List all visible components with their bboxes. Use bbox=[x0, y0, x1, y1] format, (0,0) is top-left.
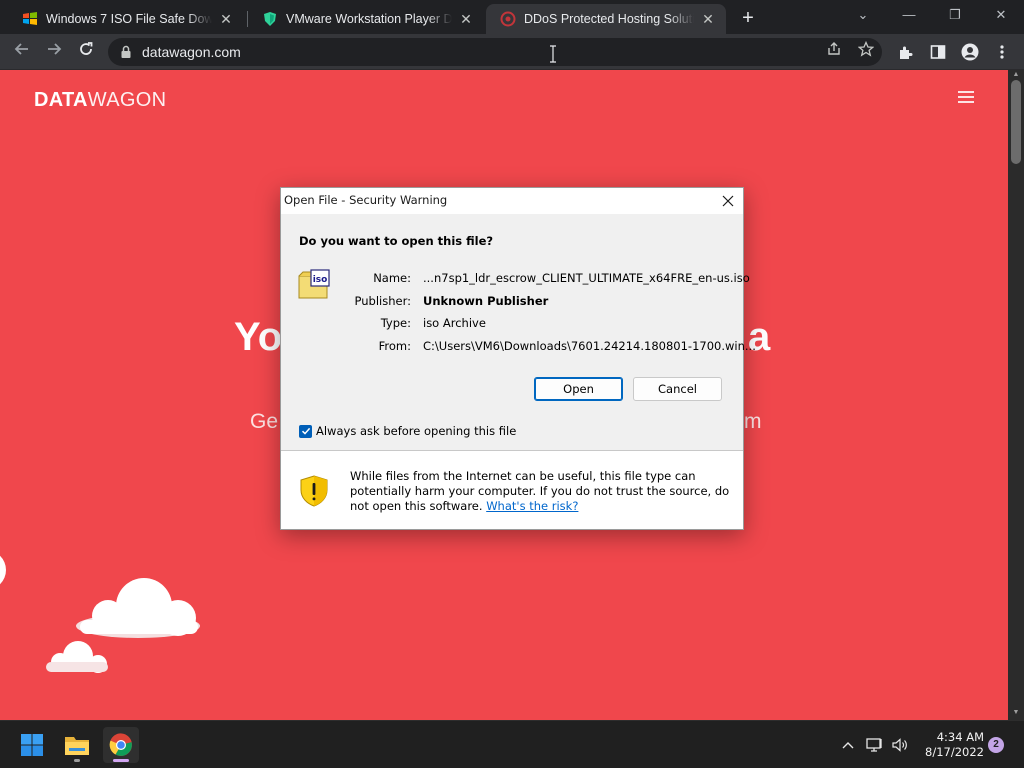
tab-title: Windows 7 ISO File Safe Download bbox=[46, 12, 212, 26]
iso-file-icon: iso bbox=[298, 269, 330, 299]
clock-date: 8/17/2022 bbox=[925, 745, 984, 759]
scroll-thumb[interactable] bbox=[1011, 80, 1021, 164]
logo-regular-part: WAGON bbox=[87, 89, 167, 111]
always-ask-label: Always ask before opening this file bbox=[316, 424, 517, 438]
active-indicator bbox=[113, 759, 129, 762]
reload-button[interactable] bbox=[74, 40, 98, 64]
publisher-label: Publisher: bbox=[354, 294, 411, 308]
always-ask-checkbox[interactable] bbox=[299, 424, 312, 438]
iso-icon-text: iso bbox=[313, 275, 328, 285]
dialog-title: Open File - Security Warning bbox=[284, 193, 448, 207]
page-scrollbar[interactable]: ▲ ▼ bbox=[1008, 70, 1024, 720]
dialog-close-icon[interactable] bbox=[719, 192, 737, 210]
chrome-menu-icon[interactable] bbox=[993, 43, 1011, 61]
minimize-button[interactable]: — bbox=[892, 4, 926, 28]
chrome-taskbar-button[interactable] bbox=[103, 727, 139, 763]
checkmark-icon bbox=[301, 427, 310, 435]
restore-button[interactable]: ❐ bbox=[938, 4, 972, 28]
datawagon-logo[interactable]: DATAWAGON bbox=[34, 89, 166, 112]
logo-bold-part: DATA bbox=[34, 89, 88, 111]
text-cursor-icon bbox=[550, 45, 556, 63]
warning-message: While files from the Internet can be use… bbox=[350, 469, 730, 514]
running-indicator bbox=[74, 759, 80, 762]
hamburger-menu-icon[interactable] bbox=[958, 91, 974, 103]
cloud-icon bbox=[46, 641, 108, 673]
dialog-footer: While files from the Internet can be use… bbox=[281, 451, 743, 529]
tab-title: DDoS Protected Hosting Solutions bbox=[524, 12, 694, 26]
share-icon[interactable] bbox=[825, 41, 843, 59]
chrome-icon bbox=[109, 733, 132, 756]
hero-heading-right: a bbox=[748, 315, 771, 359]
tab-ddos-hosting[interactable]: DDoS Protected Hosting Solutions ✕ bbox=[486, 4, 726, 34]
scroll-up-arrow-icon[interactable]: ▲ bbox=[1008, 70, 1024, 80]
whats-the-risk-link[interactable]: What's the risk? bbox=[486, 499, 578, 513]
lock-icon bbox=[121, 45, 131, 58]
browser-toolbar: datawagon.com bbox=[0, 34, 1024, 70]
security-warning-dialog: Open File - Security Warning Do you want… bbox=[280, 187, 756, 530]
from-label: From: bbox=[378, 339, 411, 353]
address-bar[interactable]: datawagon.com bbox=[108, 38, 882, 66]
start-icon bbox=[21, 734, 43, 756]
scroll-down-arrow-icon[interactable]: ▼ bbox=[1008, 708, 1024, 718]
windows-flag-icon bbox=[22, 11, 38, 27]
forward-arrow-icon bbox=[48, 43, 62, 55]
bookmark-star-icon[interactable] bbox=[857, 40, 875, 59]
tab-strip: Windows 7 ISO File Safe Download ✕ VMwar… bbox=[0, 0, 1024, 34]
dialog-titlebar[interactable]: Open File - Security Warning bbox=[281, 188, 743, 214]
vmware-shield-icon bbox=[262, 11, 278, 27]
from-value: C:\Users\VM6\Downloads\7601.24214.180801… bbox=[423, 339, 756, 353]
clock-time: 4:34 AM bbox=[936, 730, 984, 744]
datawagon-icon bbox=[500, 11, 516, 27]
file-name-value: ...n7sp1_ldr_escrow_CLIENT_ULTIMATE_x64F… bbox=[423, 271, 750, 285]
cancel-button[interactable]: Cancel bbox=[633, 377, 722, 401]
reload-icon bbox=[80, 42, 93, 55]
new-tab-button[interactable]: + bbox=[736, 7, 760, 31]
tab-close-icon[interactable]: ✕ bbox=[700, 11, 716, 27]
side-panel-icon[interactable] bbox=[929, 43, 947, 61]
url-text: datawagon.com bbox=[142, 44, 241, 60]
dialog-question: Do you want to open this file? bbox=[299, 234, 494, 248]
always-ask-row[interactable]: Always ask before opening this file bbox=[299, 424, 516, 438]
close-window-button[interactable]: ✕ bbox=[984, 4, 1018, 28]
publisher-value: Unknown Publisher bbox=[423, 294, 549, 308]
windows-taskbar: 4:34 AM 8/17/2022 2 bbox=[0, 720, 1024, 768]
volume-icon[interactable] bbox=[891, 736, 909, 754]
name-label: Name: bbox=[373, 271, 411, 285]
hero-heading-left: Yo bbox=[234, 315, 283, 359]
profile-avatar-icon[interactable] bbox=[961, 43, 979, 61]
dialog-body: Do you want to open this file? iso Name:… bbox=[281, 214, 756, 450]
back-button[interactable] bbox=[10, 40, 34, 64]
type-label: Type: bbox=[380, 316, 411, 330]
file-explorer-button[interactable] bbox=[59, 727, 95, 763]
hero-subtitle-left: Ge bbox=[250, 410, 279, 433]
open-button[interactable]: Open bbox=[534, 377, 623, 401]
tab-close-icon[interactable]: ✕ bbox=[458, 11, 474, 27]
extensions-icon[interactable] bbox=[897, 43, 915, 61]
start-button[interactable] bbox=[14, 727, 50, 763]
back-arrow-icon bbox=[14, 43, 28, 55]
file-explorer-icon bbox=[65, 737, 89, 755]
hero-subtitle-right: m bbox=[744, 410, 762, 433]
tray-overflow-chevron-icon[interactable] bbox=[839, 736, 857, 754]
tab-windows7-iso[interactable]: Windows 7 ISO File Safe Download ✕ bbox=[8, 4, 244, 34]
cloud-icon bbox=[76, 578, 200, 638]
tab-search-icon[interactable]: ⌄ bbox=[846, 4, 880, 28]
forward-button[interactable] bbox=[42, 40, 66, 64]
network-icon[interactable] bbox=[866, 736, 884, 754]
tab-vmware-player[interactable]: VMware Workstation Player Download ✕ bbox=[248, 4, 484, 34]
tab-close-icon[interactable]: ✕ bbox=[218, 11, 234, 27]
system-clock[interactable]: 4:34 AM 8/17/2022 bbox=[914, 730, 984, 760]
tab-title: VMware Workstation Player Download bbox=[286, 12, 452, 26]
notification-badge[interactable]: 2 bbox=[988, 737, 1004, 753]
cloud-icon bbox=[0, 555, 6, 585]
warning-shield-icon bbox=[300, 475, 328, 507]
type-value: iso Archive bbox=[423, 316, 486, 330]
